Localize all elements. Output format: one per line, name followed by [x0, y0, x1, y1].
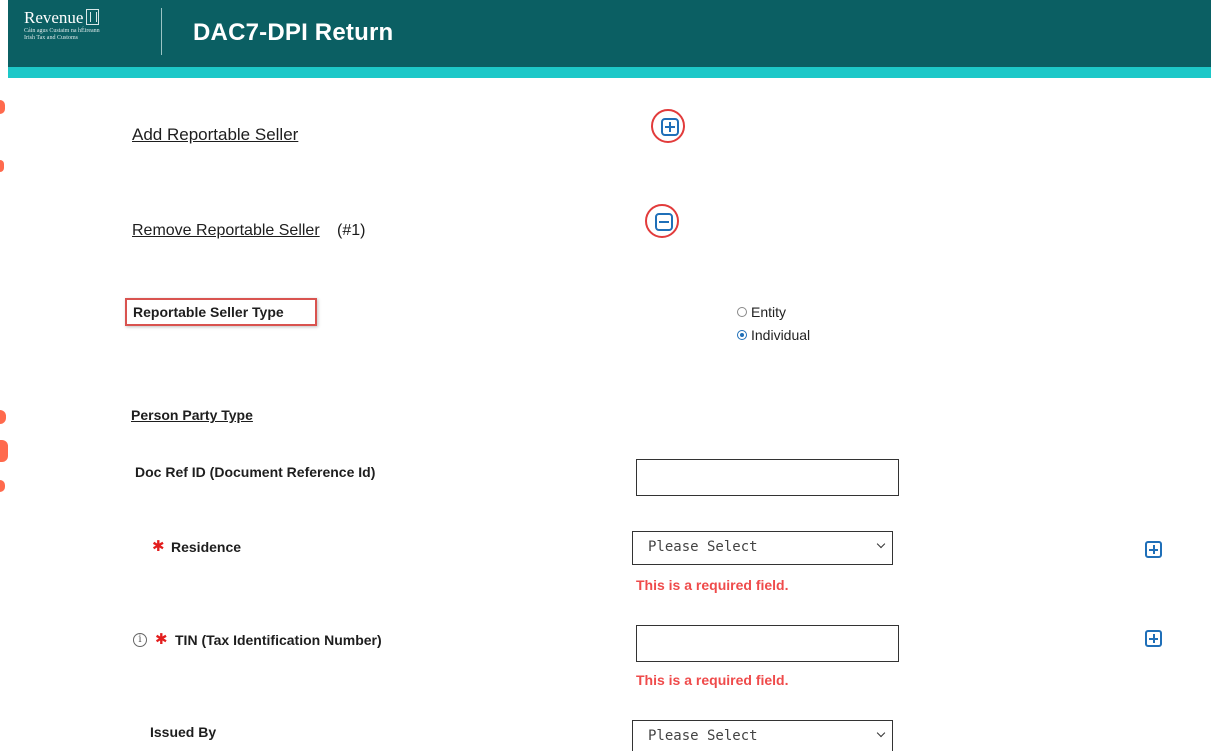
issued-by-label: Issued By [150, 724, 217, 740]
remove-reportable-seller-link[interactable]: Remove Reportable Seller [132, 222, 320, 240]
residence-error: This is a required field. [636, 577, 789, 593]
issued-by-select-wrapper: Please Select [632, 720, 902, 751]
issued-by-select[interactable]: Please Select [632, 720, 893, 751]
logo-subtitle-irish: Cáin agus Custaim na hÉireann [24, 28, 100, 34]
radio-individual-label: Individual [751, 327, 811, 343]
revenue-logo[interactable]: Revenue Cáin agus Custaim na hÉireann Ir… [24, 8, 114, 42]
add-tin-button[interactable] [1145, 630, 1162, 647]
residence-select[interactable]: Please Select [632, 531, 893, 565]
add-seller-button[interactable] [651, 109, 685, 143]
tin-input[interactable] [636, 625, 899, 662]
residence-select-value: Please Select [648, 539, 758, 555]
header-divider [161, 8, 162, 55]
radio-entity[interactable] [737, 307, 747, 317]
doc-ref-id-label: Doc Ref ID (Document Reference Id) [135, 464, 376, 480]
required-star-icon: ✱ [152, 538, 165, 555]
minus-icon [655, 213, 673, 231]
app-header: Revenue Cáin agus Custaim na hÉireann Ir… [8, 0, 1211, 67]
radio-entity-option[interactable]: Entity [737, 304, 786, 320]
person-party-type-heading: Person Party Type [131, 407, 253, 423]
logo-name: Revenue [24, 8, 84, 27]
logo-subtitle-english: Irish Tax and Customs [24, 35, 78, 41]
seller-index: (#1) [337, 222, 366, 239]
add-residence-button[interactable] [1145, 541, 1162, 558]
remove-seller-button[interactable] [645, 204, 679, 238]
plus-icon [661, 118, 679, 136]
info-icon[interactable]: i [133, 633, 147, 647]
chevron-down-icon [876, 539, 886, 549]
seller-type-label: Reportable Seller Type [133, 304, 284, 320]
harp-icon [86, 9, 100, 25]
required-star-icon: ✱ [155, 631, 168, 648]
page-title: DAC7-DPI Return [193, 19, 394, 46]
issued-by-select-value: Please Select [648, 728, 758, 744]
radio-individual[interactable] [737, 330, 747, 340]
radio-entity-label: Entity [751, 304, 787, 320]
add-reportable-seller-link[interactable]: Add Reportable Seller [132, 125, 298, 145]
radio-individual-option[interactable]: Individual [737, 327, 810, 343]
doc-ref-id-input[interactable] [636, 459, 899, 496]
tin-error: This is a required field. [636, 672, 789, 688]
chevron-down-icon [876, 728, 886, 738]
residence-label: Residence [171, 539, 242, 555]
header-accent-stripe [8, 67, 1211, 78]
tin-label: TIN (Tax Identification Number) [175, 632, 382, 648]
